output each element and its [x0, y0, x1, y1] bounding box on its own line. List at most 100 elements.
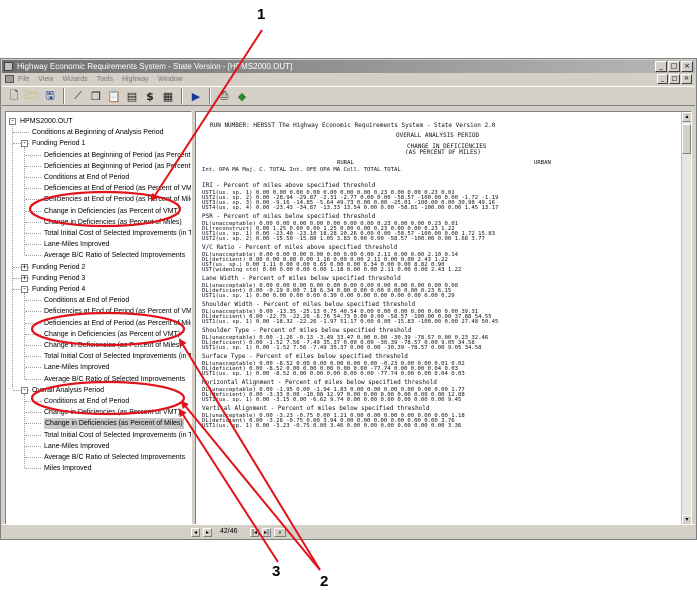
tree-group[interactable]: Funding Period 2 — [32, 262, 85, 273]
tree-item[interactable]: Deficiencies at End of Period (as Percen… — [44, 183, 191, 194]
report-row: UST1(us. sp. 1) 0.00 -3.15 0.00 -6.62 9.… — [202, 396, 462, 403]
tree-branch-line — [25, 378, 41, 380]
tree-collapse-icon[interactable]: - — [9, 118, 16, 125]
report-subtitle-period: OVERALL ANALYSIS PERIOD — [396, 132, 480, 139]
tree-item[interactable]: Average B/C Ratio of Selected Improvemen… — [44, 250, 185, 261]
report-row: UST1(us. sp. 1) 0.00 -18.32 -22.26 -1.97… — [202, 318, 499, 325]
tree-item[interactable]: Lane-Miles Improved — [44, 239, 109, 250]
tree-item[interactable]: Conditions at End of Period — [44, 396, 129, 407]
open-icon[interactable]: 🗁 — [24, 88, 40, 104]
menu-highway[interactable]: Highway — [122, 76, 149, 83]
tree-item[interactable]: Miles Improved — [44, 463, 91, 474]
tree-item[interactable]: Deficiencies at End of Period (as Percen… — [44, 306, 191, 317]
last-page-icon[interactable]: ▸| — [262, 528, 271, 537]
document-icon[interactable]: ▤ — [124, 88, 140, 104]
new-icon[interactable]: 🗋 — [6, 88, 22, 104]
tree-item[interactable]: Change in Deficiencies (as Percent of VM… — [44, 329, 180, 340]
tree-item[interactable]: Conditions at End of Period — [44, 172, 129, 183]
report-header: RUN NUMBER: HERSST The Highway Economic … — [210, 122, 496, 129]
tree-item[interactable]: Total Initial Cost of Selected Improveme… — [44, 430, 191, 441]
tree-group[interactable]: Funding Period 1 — [32, 138, 85, 149]
document-window-icon[interactable] — [5, 75, 14, 83]
next-page-icon[interactable]: ▸ — [203, 528, 212, 537]
app-icon — [4, 62, 13, 71]
document-restore-button[interactable]: □ — [669, 74, 680, 84]
tree-item[interactable]: Total Initial Cost of Selected Improveme… — [44, 351, 191, 362]
highway-icon[interactable]: ◆ — [234, 88, 250, 104]
tree-group[interactable]: Conditions at Beginning of Analysis Peri… — [32, 127, 164, 138]
callout-1: 1 — [257, 6, 266, 23]
toolbar-separator — [181, 88, 183, 104]
save-icon[interactable]: 🖫 — [42, 88, 58, 104]
tree-branch-line — [25, 311, 41, 313]
dollar-icon[interactable]: $ — [142, 88, 158, 104]
tree-item[interactable]: Average B/C Ratio of Selected Improvemen… — [44, 374, 185, 385]
scroll-thumb[interactable] — [682, 124, 691, 154]
tree-collapse-icon[interactable]: - — [21, 140, 28, 148]
tree-collapse-icon[interactable]: - — [21, 386, 28, 394]
report-row: UST1(us. sp. 1) 0.00 -3.23 -0.75 0.00 3.… — [202, 422, 462, 429]
report-section-title: Lane Width - Percent of miles below spec… — [202, 275, 401, 282]
document-close-button[interactable]: × — [681, 74, 692, 84]
tree-branch-line — [25, 255, 41, 257]
tree-root[interactable]: HPMS2000.OUT — [20, 116, 73, 127]
tree-branch-line — [25, 165, 41, 167]
report-section-title: Vertical Alignment - Percent of miles be… — [202, 405, 430, 412]
zoom-icon[interactable]: ⌕ — [274, 528, 286, 537]
toolbar-separator — [63, 88, 65, 104]
report-section-title: V/C Ratio - Percent of miles above speci… — [202, 244, 398, 251]
print-icon[interactable]: ⎙ — [216, 88, 232, 104]
paste-icon[interactable]: 📋 — [106, 88, 122, 104]
report-section-title: Shoulder Width - Percent of miles below … — [202, 301, 416, 308]
close-button[interactable]: × — [681, 61, 693, 72]
report-section-title: PSR - Percent of miles below specified t… — [202, 213, 376, 220]
tree-branch-line — [25, 210, 41, 212]
tree-branch-line — [25, 345, 41, 346]
report-view[interactable]: RUN NUMBER: HERSST The Highway Economic … — [195, 111, 692, 536]
tree-item[interactable]: Deficiencies at End of Period (as Percen… — [44, 194, 191, 205]
maximize-button[interactable]: □ — [668, 61, 680, 72]
report-icon[interactable]: ▦ — [160, 88, 176, 104]
tree-group[interactable]: Funding Period 3 — [32, 273, 85, 284]
tree-group[interactable]: Funding Period 4 — [32, 284, 85, 295]
run-icon[interactable]: ▶ — [188, 88, 204, 104]
tree-branch-line — [25, 445, 41, 447]
tree-item[interactable]: Change in Deficiencies (as Percent of VM… — [44, 407, 180, 418]
tree-expand-icon[interactable]: + — [21, 274, 28, 282]
menu-file[interactable]: File — [18, 76, 29, 83]
wand-icon[interactable]: ⟋ — [70, 88, 86, 104]
tree-item[interactable]: Lane-Miles Improved — [44, 362, 109, 373]
page-indicator: 42/46 — [220, 528, 238, 535]
tree-item[interactable]: Change in Deficiencies (as Percent of Mi… — [44, 217, 182, 228]
tree-item[interactable]: Average B/C Ratio of Selected Improvemen… — [44, 452, 185, 463]
tree-item[interactable]: Change in Deficiencies (as Percent of Mi… — [44, 340, 182, 351]
copy-icon[interactable]: ❐ — [88, 88, 104, 104]
tree-item[interactable]: Conditions at End of Period — [44, 295, 129, 306]
menu-wizards[interactable]: Wizards — [62, 76, 87, 83]
tree-item[interactable]: Deficiencies at End of Period (as Percen… — [44, 318, 191, 329]
tree-item[interactable]: Total Initial Cost of Selected Improveme… — [44, 228, 191, 239]
menu-view[interactable]: View — [38, 76, 53, 83]
tree-branch-line — [25, 401, 41, 402]
tree-branch-line — [25, 322, 41, 324]
report-section-title: Shoulder Type - Percent of miles below s… — [202, 327, 412, 334]
tree-collapse-icon[interactable]: - — [21, 286, 28, 293]
scroll-up-arrow-icon[interactable]: ▴ — [682, 112, 691, 122]
tree-item[interactable]: Deficiencies at Beginning of Period (as … — [44, 150, 191, 161]
report-tree[interactable]: HPMS2000.OUT - Conditions at Beginning of … — [5, 111, 192, 536]
minimize-button[interactable]: _ — [655, 61, 667, 72]
title-bar[interactable]: Highway Economic Requirements System - S… — [2, 60, 695, 73]
document-minimize-button[interactable]: _ — [657, 74, 668, 84]
prev-page-icon[interactable]: ◂ — [191, 528, 200, 537]
tree-expand-icon[interactable]: + — [21, 263, 28, 271]
tree-item[interactable]: Change in Deficiencies (as Percent of VM… — [44, 206, 180, 217]
menu-window[interactable]: Window — [158, 76, 183, 83]
menu-tools[interactable]: Tools — [97, 76, 113, 83]
tree-item[interactable]: Change in Deficiencies (as Percent of Mi… — [44, 418, 184, 430]
first-page-icon[interactable]: |◂ — [250, 528, 259, 537]
tree-item[interactable]: Deficiencies at Beginning of Period (as … — [44, 161, 191, 172]
report-section-title: IRI - Percent of miles above specified t… — [202, 182, 376, 189]
report-vertical-scrollbar[interactable]: ▴ ▾ — [681, 112, 691, 525]
tree-group[interactable]: Overall Analysis Period — [32, 385, 104, 396]
tree-item[interactable]: Lane-Miles Improved — [44, 441, 109, 452]
